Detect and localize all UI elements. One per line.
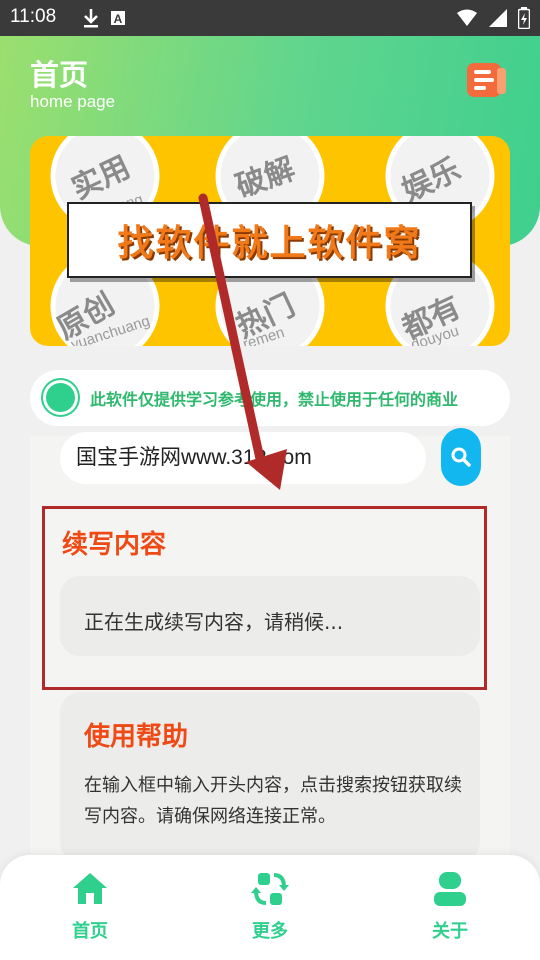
home-icon	[73, 873, 107, 904]
nav-item-about[interactable]: 关于	[400, 869, 500, 949]
nav-label-home: 首页	[72, 921, 108, 942]
download-icon	[84, 9, 98, 28]
bottom-nav: 首页 更多 关于	[0, 855, 540, 960]
nav-label-more: 更多	[252, 921, 288, 942]
svg-text:A: A	[114, 12, 123, 26]
nav-item-more[interactable]: 更多	[220, 869, 320, 949]
a-box-icon: A	[111, 11, 125, 26]
notice-dot-icon	[46, 383, 75, 412]
help-text: 在输入框中输入开头内容，点击搜索按钮获取续写内容。请确保网络连接正常。	[84, 775, 462, 827]
status-time: 11:08	[10, 6, 57, 27]
banner-image[interactable]: 实用 破解 娱乐 原创 热门 都有 shiyong pojie yule yua…	[30, 136, 510, 346]
signal-icon	[489, 9, 507, 27]
search-button[interactable]	[441, 428, 481, 486]
battery-icon	[518, 7, 530, 29]
nav-item-home[interactable]: 首页	[40, 869, 140, 949]
nav-label-about: 关于	[432, 921, 468, 942]
notice-bar: 此软件仅提供学习参考使用，禁止使用于任何的商业	[30, 370, 510, 426]
help-title: 使用帮助	[84, 722, 189, 752]
refresh-icon	[251, 873, 289, 905]
page-subtitle: home page	[30, 92, 116, 111]
status-bar: 11:08 A	[0, 0, 540, 36]
banner-title-box: 找软件就上软件窝	[67, 202, 472, 278]
search-icon	[451, 447, 471, 467]
notice-text: 此软件仅提供学习参考使用，禁止使用于任何的商业	[90, 390, 459, 409]
page-title: 首页	[30, 58, 89, 92]
wifi-icon	[457, 9, 477, 26]
user-icon	[434, 872, 466, 906]
search-input[interactable]: 国宝手游网www.31?.com	[60, 432, 426, 484]
document-icon[interactable]	[467, 60, 507, 98]
result-title: 续写内容	[62, 530, 167, 560]
banner-title: 找软件就上软件窝	[117, 223, 422, 264]
result-text: 正在生成续写内容，请稍候...	[84, 610, 344, 634]
